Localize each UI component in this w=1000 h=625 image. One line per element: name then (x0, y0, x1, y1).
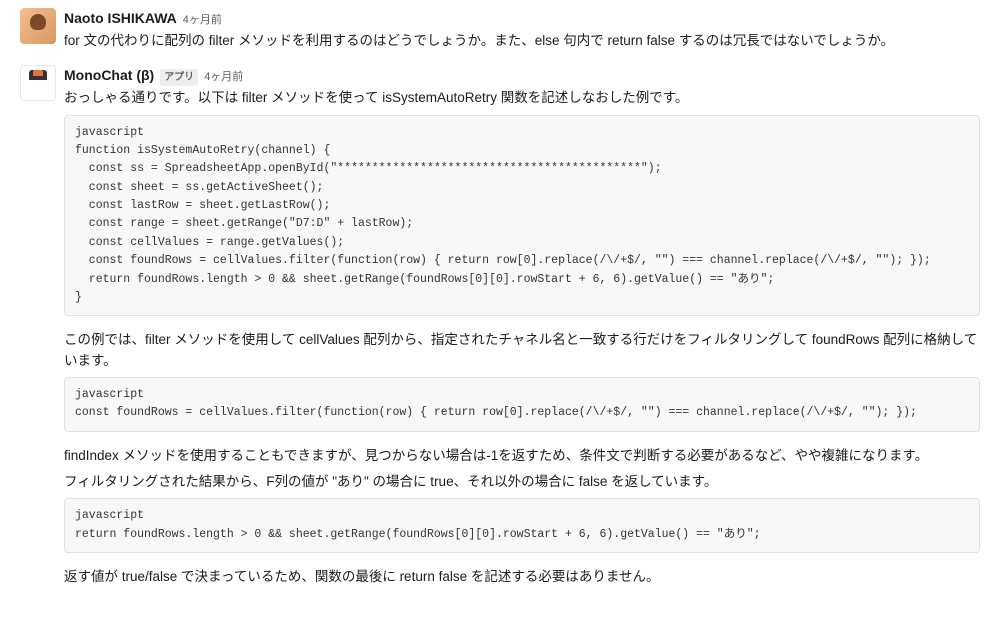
code-block-1[interactable]: javascript function isSystemAutoRetry(ch… (64, 115, 980, 317)
message-header: Naoto ISHIKAWA 4ヶ月前 (64, 8, 980, 29)
message-para2: findIndex メソッドを使用することもできますが、見つからない場合は-1を… (64, 446, 980, 466)
message-body: MonoChat (β) アプリ 4ヶ月前 おっしゃる通りです。以下は filt… (64, 65, 980, 593)
message-body: Naoto ISHIKAWA 4ヶ月前 for 文の代わりに配列の filter… (64, 8, 980, 57)
message-header: MonoChat (β) アプリ 4ヶ月前 (64, 65, 980, 86)
message-bot: MonoChat (β) アプリ 4ヶ月前 おっしゃる通りです。以下は filt… (20, 65, 980, 593)
message-text: for 文の代わりに配列の filter メソッドを利用するのはどうでしょうか。… (64, 31, 980, 51)
message-para4: 返す値が true/false で決まっているため、関数の最後に return … (64, 567, 980, 587)
code-block-2[interactable]: javascript const foundRows = cellValues.… (64, 377, 980, 432)
timestamp[interactable]: 4ヶ月前 (183, 12, 222, 29)
author-name[interactable]: Naoto ISHIKAWA (64, 8, 177, 29)
code-block-3[interactable]: javascript return foundRows.length > 0 &… (64, 498, 980, 553)
timestamp[interactable]: 4ヶ月前 (204, 69, 243, 86)
author-name[interactable]: MonoChat (β) (64, 65, 154, 86)
message-para3: フィルタリングされた結果から、F列の値が "あり" の場合に true、それ以外… (64, 472, 980, 492)
message-para1: この例では、filter メソッドを使用して cellValues 配列から、指… (64, 330, 980, 371)
message-user: Naoto ISHIKAWA 4ヶ月前 for 文の代わりに配列の filter… (20, 8, 980, 57)
avatar[interactable] (20, 8, 56, 44)
message-intro: おっしゃる通りです。以下は filter メソッドを使って isSystemAu… (64, 88, 980, 108)
app-badge: アプリ (160, 69, 198, 86)
avatar[interactable] (20, 65, 56, 101)
